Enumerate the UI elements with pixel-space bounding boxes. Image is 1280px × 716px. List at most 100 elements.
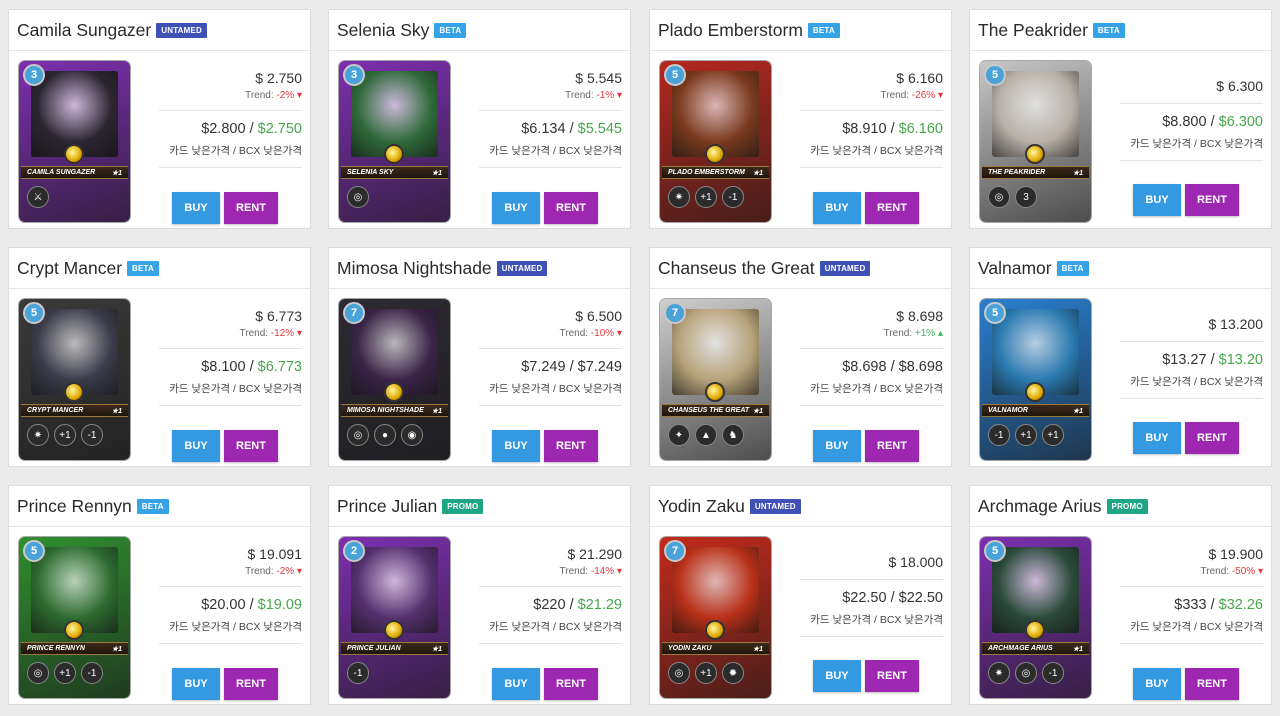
current-price: $ 2.750 bbox=[255, 70, 302, 86]
rent-button[interactable]: RENT bbox=[865, 192, 919, 224]
current-price: $ 19.900 bbox=[1208, 546, 1264, 562]
buy-button[interactable]: BUY bbox=[1133, 668, 1181, 700]
ability-icon: +1 bbox=[695, 186, 717, 208]
action-buttons: BUY RENT bbox=[172, 668, 278, 700]
ability-icon: ✷ bbox=[988, 662, 1010, 684]
card-artwork[interactable]: 3 CAMILA SUNGAZER ★1 ⚔ bbox=[19, 61, 130, 222]
card-artwork[interactable]: 5 CRYPT MANCER ★1 ✷ +1 -1 bbox=[19, 299, 130, 460]
buy-button[interactable]: BUY bbox=[492, 668, 540, 700]
divider bbox=[479, 110, 622, 111]
card-title[interactable]: Archmage Arius bbox=[978, 496, 1102, 517]
price-pair: $6.134 / $5.545 bbox=[479, 121, 622, 137]
buy-button[interactable]: BUY bbox=[1133, 422, 1181, 454]
card-low-price: $2.800 bbox=[201, 121, 246, 137]
card-title[interactable]: The Peakrider bbox=[978, 20, 1088, 41]
card-artwork[interactable]: 3 SELENIA SKY ★1 ◎ bbox=[339, 61, 450, 222]
card-artwork[interactable]: 5 PRINCE RENNYN ★1 ◎ +1 -1 bbox=[19, 537, 130, 698]
card-header: Prince Rennyn BETA bbox=[9, 486, 310, 527]
card-header: Chanseus the Great UNTAMED bbox=[650, 248, 951, 289]
divider bbox=[159, 405, 302, 406]
ability-icon: +1 bbox=[1042, 424, 1064, 446]
card-level: ★1 bbox=[752, 407, 763, 415]
rent-button[interactable]: RENT bbox=[1185, 184, 1239, 216]
price-label: 카드 낮은가격 / BCX 낮은가격 bbox=[169, 621, 302, 633]
card-caption: PRINCE RENNYN bbox=[27, 645, 85, 652]
card-title[interactable]: Prince Rennyn bbox=[17, 496, 132, 517]
card-title[interactable]: Mimosa Nightshade bbox=[337, 258, 492, 279]
price-column: $ 6.160 Trend: -26% ▾ $8.910 / $6.160 카드 낮은… bbox=[800, 51, 943, 168]
buy-button[interactable]: BUY bbox=[172, 668, 220, 700]
ability-icon: -1 bbox=[1042, 662, 1064, 684]
card-caption: ARCHMAGE ARIUS bbox=[988, 645, 1053, 652]
ability-icons: -1 bbox=[347, 662, 369, 684]
card-title[interactable]: Chanseus the Great bbox=[658, 258, 815, 279]
card-level: ★1 bbox=[431, 169, 442, 177]
card-namebar: CAMILA SUNGAZER ★1 bbox=[21, 166, 128, 179]
card-title[interactable]: Selenia Sky bbox=[337, 20, 429, 41]
price-column: $ 6.500 Trend: -10% ▾ $7.249 / $7.249 카드 낮은… bbox=[479, 289, 622, 406]
card-low-price: $20.00 bbox=[201, 597, 246, 613]
rent-button[interactable]: RENT bbox=[544, 430, 598, 462]
ability-icon: ◎ bbox=[27, 662, 49, 684]
buy-button[interactable]: BUY bbox=[813, 660, 861, 692]
price-pair: $8.698 / $8.698 bbox=[800, 359, 943, 375]
mana-cost-icon: 2 bbox=[343, 540, 365, 562]
buy-button[interactable]: BUY bbox=[492, 430, 540, 462]
action-buttons: BUY RENT bbox=[813, 660, 919, 692]
ability-icons: ◎ +1 ✹ bbox=[668, 662, 744, 684]
card-artwork[interactable]: 7 YODIN ZAKU ★1 ◎ +1 ✹ bbox=[660, 537, 771, 698]
market-card: The Peakrider BETA 5 THE PEAKRIDER ★1 ◎ 3 $ 6.3… bbox=[969, 9, 1272, 229]
mana-cost-icon: 7 bbox=[664, 540, 686, 562]
buy-button[interactable]: BUY bbox=[172, 430, 220, 462]
card-artwork[interactable]: 2 PRINCE JULIAN ★1 -1 bbox=[339, 537, 450, 698]
price-column: $ 6.773 Trend: -12% ▾ $8.100 / $6.773 카드 낮은… bbox=[159, 289, 302, 406]
edition-badge: UNTAMED bbox=[819, 260, 871, 276]
rent-button[interactable]: RENT bbox=[1185, 668, 1239, 700]
trend-label: Trend: bbox=[559, 328, 591, 339]
bcx-low-price: $19.09 bbox=[257, 597, 302, 613]
divider bbox=[159, 110, 302, 111]
card-title[interactable]: Yodin Zaku bbox=[658, 496, 745, 517]
card-title[interactable]: Valnamor bbox=[978, 258, 1052, 279]
card-artwork[interactable]: 5 ARCHMAGE ARIUS ★1 ✷ ◎ -1 bbox=[980, 537, 1091, 698]
card-artwork[interactable]: 7 CHANSEUS THE GREAT ★1 ✦ ▲ ♞ bbox=[660, 299, 771, 460]
divider bbox=[1120, 398, 1263, 399]
ability-icon: -1 bbox=[81, 662, 103, 684]
card-title[interactable]: Prince Julian bbox=[337, 496, 437, 517]
divider bbox=[479, 348, 622, 349]
level-gem-icon bbox=[1025, 382, 1045, 402]
buy-button[interactable]: BUY bbox=[492, 192, 540, 224]
market-card: Yodin Zaku UNTAMED 7 YODIN ZAKU ★1 ◎ +1 ✹ $ 18.0… bbox=[649, 485, 952, 705]
card-caption: PRINCE JULIAN bbox=[347, 645, 401, 652]
buy-button[interactable]: BUY bbox=[1133, 184, 1181, 216]
rent-button[interactable]: RENT bbox=[1185, 422, 1239, 454]
rent-button[interactable]: RENT bbox=[865, 660, 919, 692]
rent-button[interactable]: RENT bbox=[544, 668, 598, 700]
ability-icon: ◎ bbox=[988, 186, 1010, 208]
rent-button[interactable]: RENT bbox=[544, 192, 598, 224]
card-title[interactable]: Plado Emberstorm bbox=[658, 20, 803, 41]
rent-button[interactable]: RENT bbox=[224, 430, 278, 462]
trend-label: Trend: bbox=[565, 90, 597, 101]
ability-icon: ♞ bbox=[722, 424, 744, 446]
ability-icon: ◎ bbox=[347, 186, 369, 208]
trend-line: Trend: -1% ▾ bbox=[479, 90, 622, 101]
market-card: Camila Sungazer UNTAMED 3 CAMILA SUNGAZER ★1… bbox=[8, 9, 311, 229]
buy-button[interactable]: BUY bbox=[813, 430, 861, 462]
trend-label: Trend: bbox=[559, 566, 591, 577]
card-artwork[interactable]: 5 PLADO EMBERSTORM ★1 ✷ +1 -1 bbox=[660, 61, 771, 222]
card-artwork[interactable]: 5 THE PEAKRIDER ★1 ◎ 3 bbox=[980, 61, 1091, 222]
rent-button[interactable]: RENT bbox=[865, 430, 919, 462]
level-gem-icon bbox=[705, 620, 725, 640]
action-buttons: BUY RENT bbox=[492, 192, 598, 224]
card-artwork[interactable]: 5 VALNAMOR ★1 -1 +1 +1 bbox=[980, 299, 1091, 460]
rent-button[interactable]: RENT bbox=[224, 668, 278, 700]
card-artwork[interactable]: 7 MIMOSA NIGHTSHADE ★1 ◎ ● ◉ bbox=[339, 299, 450, 460]
card-title[interactable]: Camila Sungazer bbox=[17, 20, 151, 41]
rent-button[interactable]: RENT bbox=[224, 192, 278, 224]
buy-button[interactable]: BUY bbox=[172, 192, 220, 224]
edition-badge: UNTAMED bbox=[496, 260, 548, 276]
card-title[interactable]: Crypt Mancer bbox=[17, 258, 122, 279]
buy-button[interactable]: BUY bbox=[813, 192, 861, 224]
card-namebar: CHANSEUS THE GREAT ★1 bbox=[662, 404, 769, 417]
